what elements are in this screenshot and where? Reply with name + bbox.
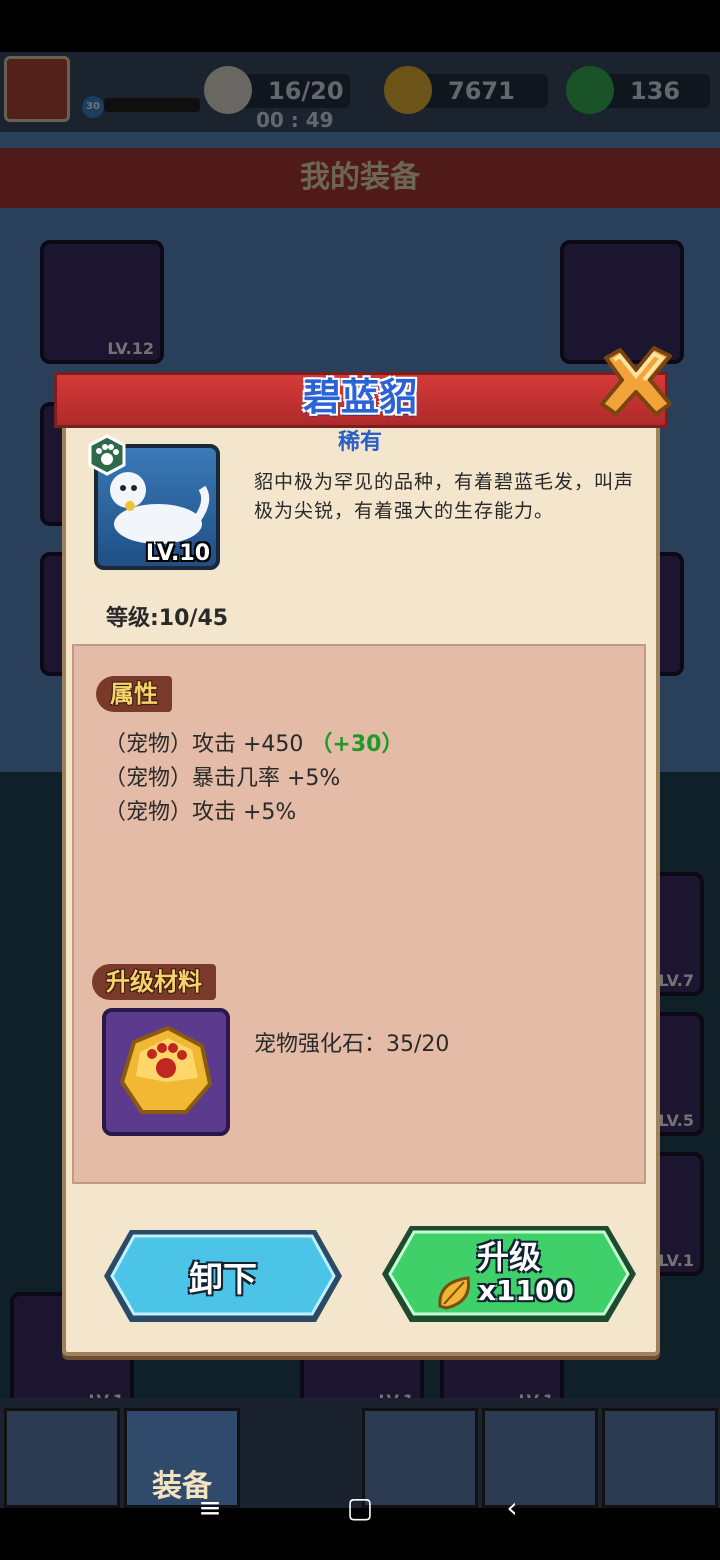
pet-level: LV.10 <box>145 541 210 566</box>
attribute-line: （宠物）暴击几率 +5% <box>104 766 341 791</box>
home-icon[interactable]: ▢ <box>340 1488 380 1528</box>
pet-description: 貂中极为罕见的品种，有着碧蓝毛发，叫声极为尖锐，有着强大的生存能力。 <box>254 471 635 522</box>
attribute-bonus: （+30） <box>310 732 404 757</box>
screen-title: 我的装备 <box>0 148 720 208</box>
paw-icon <box>88 434 126 476</box>
menu-icon[interactable]: ≡ <box>190 1488 230 1528</box>
close-button[interactable] <box>596 344 676 420</box>
upgrade-button[interactable]: 升级 x1100 <box>378 1222 640 1326</box>
back-icon[interactable]: ‹ <box>492 1488 532 1528</box>
upgrade-cost: x1100 <box>478 1274 574 1307</box>
pet-type-badge <box>86 434 128 476</box>
pet-name: 碧蓝貂 <box>302 375 417 419</box>
system-nav-bar: ≡ ▢ ‹ <box>0 1450 720 1560</box>
top-status-bar: 30 16/20 00 : 49 7671 136 <box>0 52 720 132</box>
material-slot[interactable] <box>102 1008 230 1136</box>
xp-bar <box>104 98 200 112</box>
material-count: 宠物强化石：35/20 <box>254 1032 450 1057</box>
level-progress: 等级:10/45 <box>106 606 229 631</box>
stamina-counter[interactable]: 16/20 <box>204 66 350 114</box>
player-avatar[interactable] <box>4 56 70 122</box>
equipment-slot[interactable]: LV.12 <box>40 240 164 364</box>
gold-counter[interactable]: 7671 <box>384 66 548 114</box>
gem-counter[interactable]: 136 <box>566 66 710 114</box>
attribute-line: （宠物）攻击 +5% <box>104 800 297 825</box>
attribute-line: （宠物）攻击 +450 （+30） <box>104 732 404 757</box>
pet-rarity: 稀有 <box>337 430 382 455</box>
stamina-timer: 00 : 49 <box>256 108 334 132</box>
materials-header: 升级材料 <box>92 964 216 1000</box>
player-level-badge: 30 <box>82 96 104 118</box>
close-icon <box>600 346 672 416</box>
unequip-button[interactable]: 卸下 <box>100 1226 346 1326</box>
gold-leaf-icon <box>384 66 432 114</box>
green-leaf-icon <box>566 66 614 114</box>
attributes-header: 属性 <box>96 676 172 712</box>
gold-leaf-icon <box>434 1272 476 1314</box>
stamina-icon <box>204 66 252 114</box>
enhance-stone-icon <box>119 1025 213 1114</box>
